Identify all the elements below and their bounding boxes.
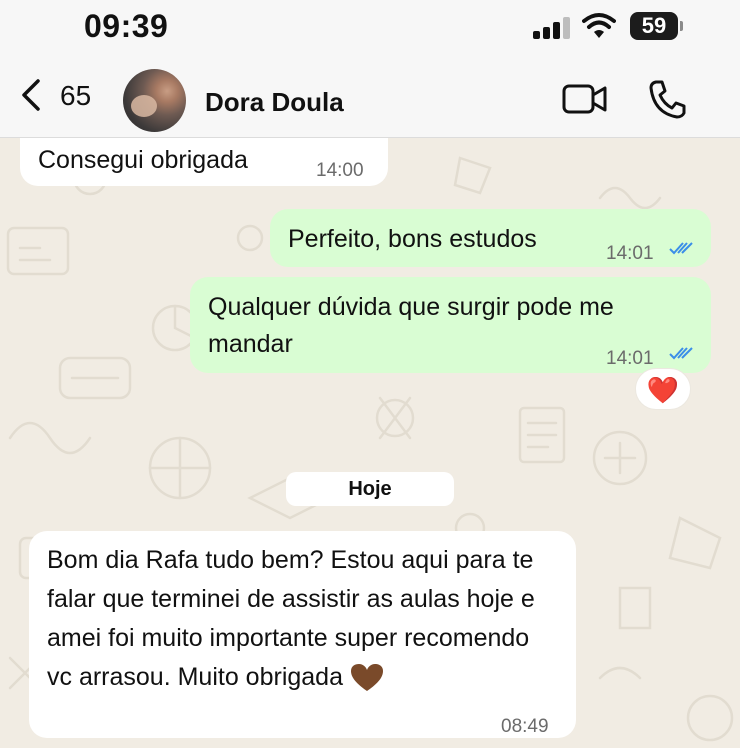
message-time: 14:01	[606, 243, 654, 264]
chat-area[interactable]: Consegui obrigada 14:00 Perfeito, bons e…	[0, 138, 740, 748]
message-text: Bom dia Rafa tudo bem? Estou aqui para t…	[47, 546, 535, 691]
message-text: Perfeito, bons estudos	[288, 225, 537, 253]
message-text: Qualquer dúvida que surgir pode me manda…	[208, 293, 614, 358]
battery-indicator: 59	[630, 12, 683, 40]
message-outgoing[interactable]: Qualquer dúvida que surgir pode me manda…	[190, 277, 711, 373]
message-time: 08:49	[501, 716, 549, 737]
message-outgoing[interactable]: Perfeito, bons estudos 14:01	[270, 209, 711, 267]
read-receipt-icon	[669, 347, 693, 360]
back-button[interactable]: 65	[18, 72, 108, 116]
video-call-icon[interactable]	[562, 82, 608, 116]
read-receipt-icon	[669, 242, 693, 255]
phone-icon[interactable]	[648, 79, 686, 119]
message-reaction[interactable]: ❤️	[635, 368, 691, 410]
chevron-left-icon	[22, 79, 40, 111]
message-incoming[interactable]: Consegui obrigada 14:00	[20, 138, 388, 186]
message-incoming[interactable]: Bom dia Rafa tudo bem? Estou aqui para t…	[29, 531, 576, 738]
message-time: 14:00	[316, 160, 364, 181]
brown-heart-emoji-icon	[350, 664, 383, 692]
status-bar: 09:39 59	[0, 0, 740, 54]
status-time: 09:39	[84, 8, 169, 44]
cellular-signal-icon	[533, 17, 570, 39]
message-text: Consegui obrigada	[38, 146, 248, 174]
avatar[interactable]	[123, 69, 186, 132]
wifi-icon	[582, 13, 616, 38]
chat-header: 65 Dora Doula	[0, 54, 740, 138]
unread-count: 65	[60, 80, 92, 111]
date-separator: Hoje	[286, 472, 454, 506]
contact-name[interactable]: Dora Doula	[205, 87, 344, 118]
